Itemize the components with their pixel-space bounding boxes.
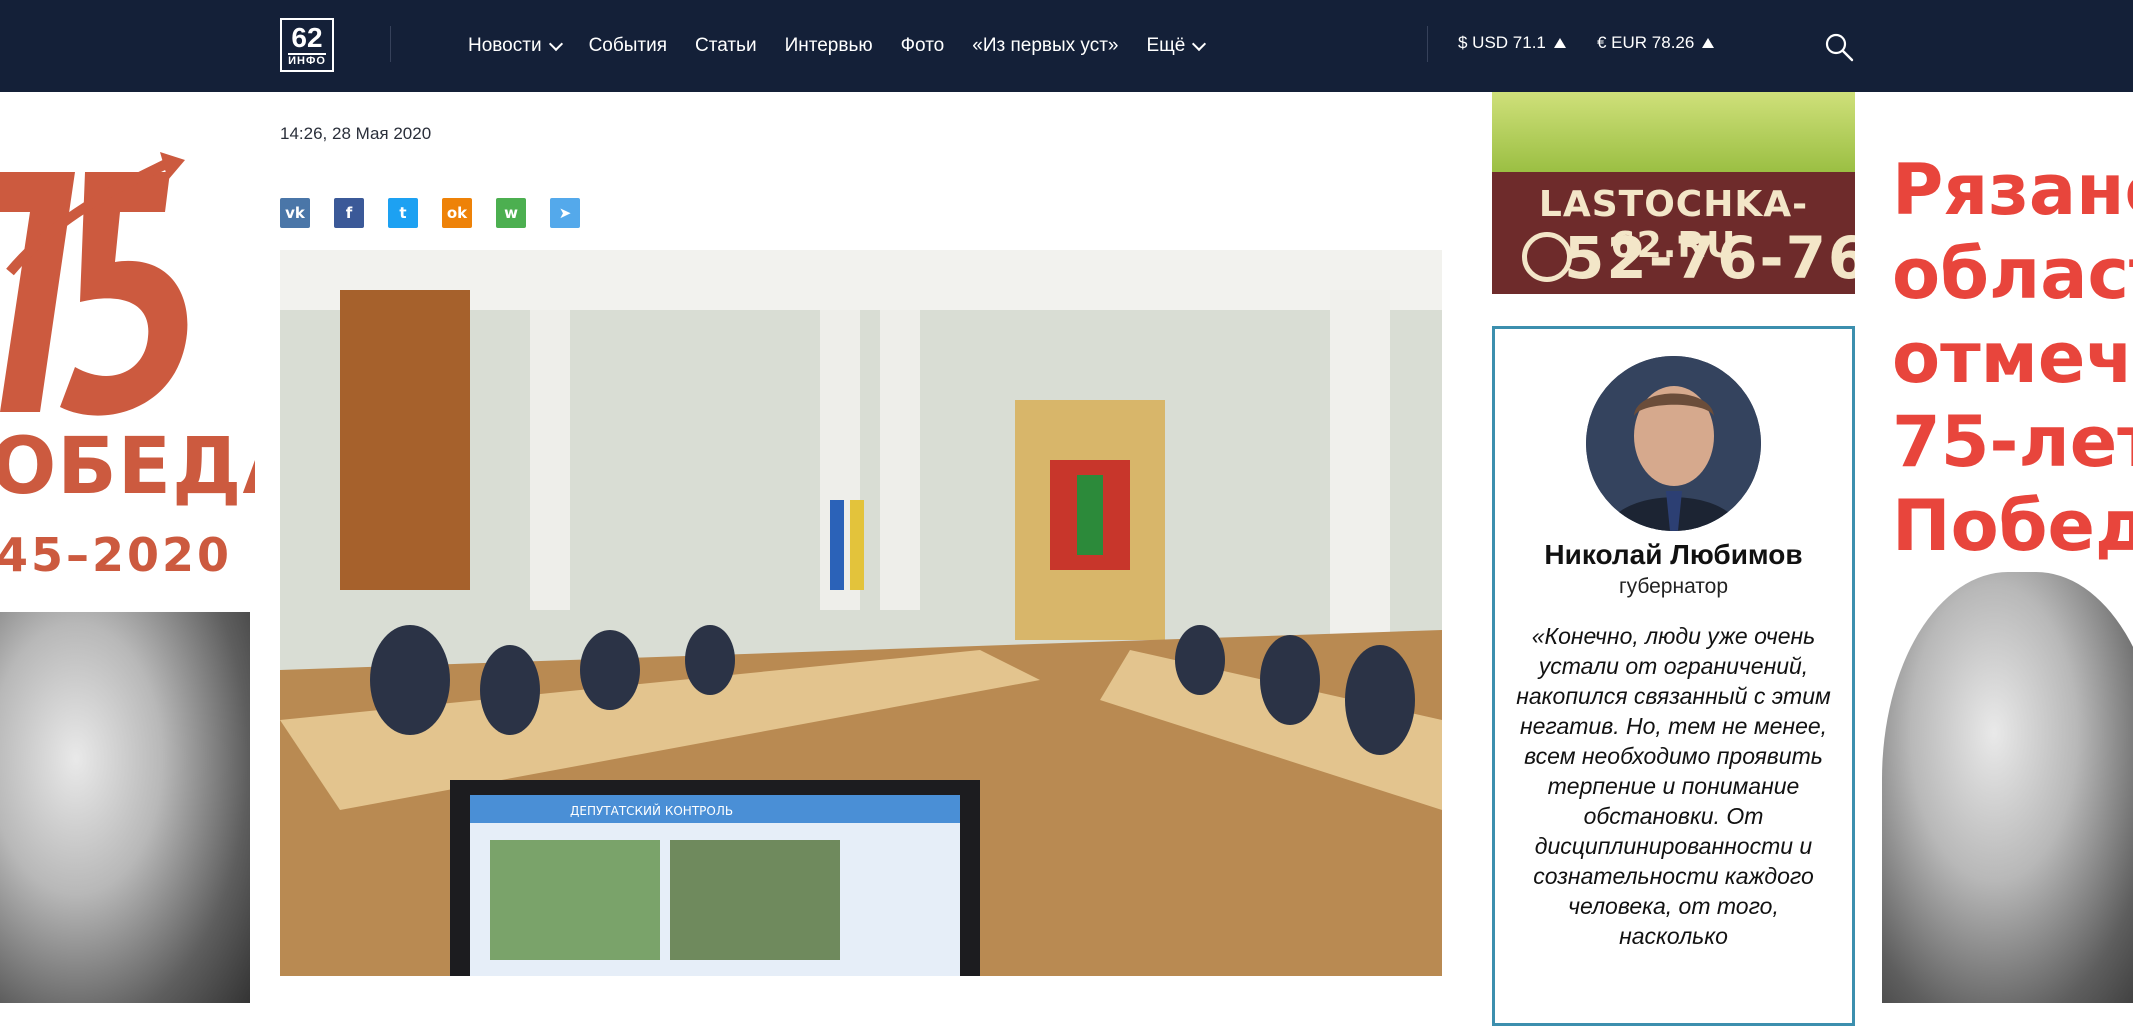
left-banner-years: 45–2020 xyxy=(0,528,233,582)
left-side-banner[interactable]: ОБЕДА! 45–2020 xyxy=(0,92,255,1003)
odnoklassniki-glyph: ok xyxy=(446,204,468,222)
nav-item-events[interactable]: События xyxy=(589,35,667,57)
odnoklassniki-icon[interactable]: ok xyxy=(442,198,472,228)
right-banner-text: Рязанс област отмеча 75-лети Победы xyxy=(1892,148,2133,568)
nav-item-articles[interactable]: Статьи xyxy=(695,35,757,57)
quote-author-name: Николай Любимов xyxy=(1544,539,1803,570)
nav-item-label: Новости xyxy=(468,35,542,56)
nav-divider xyxy=(1427,26,1428,62)
article-main-photo: ДЕПУТАТСКИЙ КОНТРОЛЬ xyxy=(280,250,1442,976)
right-side-banner[interactable]: Рязанс област отмеча 75-лети Победы xyxy=(1876,92,2133,1003)
nav-item-news[interactable]: Новости xyxy=(468,35,563,57)
whatsapp-glyph: w xyxy=(504,204,518,222)
nav-item-label: Статьи xyxy=(695,35,757,56)
monitor-caption: ДЕПУТАТСКИЙ КОНТРОЛЬ xyxy=(570,803,733,818)
facebook-icon[interactable]: f xyxy=(334,198,364,228)
sidebar-ad-banner[interactable]: LASTOCHKA-62.RU 52-76-76 xyxy=(1492,92,1855,294)
facebook-glyph: f xyxy=(345,204,353,222)
site-logo[interactable]: 62 ИНФО xyxy=(280,18,334,72)
twitter-glyph: t xyxy=(399,204,407,222)
ad-landscape xyxy=(1492,92,1855,172)
eur-rate: € EUR 78.26 xyxy=(1597,33,1715,53)
quote-card[interactable]: Николай Любимов губернатор «Конечно, люд… xyxy=(1492,326,1855,1026)
logo-subtitle: ИНФО xyxy=(288,53,326,67)
right-banner-line: отмеча xyxy=(1892,317,2133,399)
nav-item-photo[interactable]: Фото xyxy=(901,35,945,57)
eur-rate-value: € EUR 78.26 xyxy=(1597,33,1695,52)
right-banner-line: област xyxy=(1892,233,2133,315)
right-banner-photo xyxy=(1882,572,2133,1003)
ad-phone: 52-76-76 xyxy=(1564,224,1855,292)
left-banner-photo xyxy=(0,612,250,1003)
nav-item-label: События xyxy=(588,35,667,56)
right-banner-line: Рязанс xyxy=(1892,149,2133,231)
main-nav: Новости События Статьи Интервью Фото «Из… xyxy=(468,0,1232,92)
victory-75-logo xyxy=(0,152,188,416)
right-banner-line: 75-лети xyxy=(1892,401,2133,483)
nav-item-interview[interactable]: Интервью xyxy=(785,35,873,57)
twitter-icon[interactable]: t xyxy=(388,198,418,228)
vk-icon[interactable]: vk xyxy=(280,198,310,228)
quote-text: «Конечно, люди уже очень устали от огран… xyxy=(1516,623,1831,949)
share-buttons: vk f t ok w ➤ xyxy=(280,198,604,228)
nav-item-label: «Из первых уст» xyxy=(972,35,1119,56)
nav-item-label: Фото xyxy=(900,35,945,56)
chevron-down-icon xyxy=(1192,36,1207,51)
whatsapp-icon[interactable]: w xyxy=(496,198,526,228)
nav-item-label: Интервью xyxy=(784,35,873,56)
quote-author-role: губернатор xyxy=(1618,575,1729,598)
logo-number: 62 xyxy=(291,22,323,53)
vk-glyph: vk xyxy=(285,204,305,222)
nav-item-more[interactable]: Ещё xyxy=(1146,35,1207,57)
telegram-glyph: ➤ xyxy=(558,204,572,222)
article-title-cut xyxy=(560,80,590,92)
arrow-up-icon xyxy=(1702,38,1715,48)
article-date: 14:26, 28 Мая 2020 xyxy=(280,124,432,143)
search-icon[interactable] xyxy=(1823,31,1855,63)
nav-divider xyxy=(390,26,391,62)
top-navigation-bar: 62 ИНФО Новости События Статьи Интервью … xyxy=(0,0,2133,92)
nav-item-label: Ещё xyxy=(1146,35,1186,56)
usd-rate: $ USD 71.1 xyxy=(1458,33,1566,53)
telegram-icon[interactable]: ➤ xyxy=(550,198,580,228)
nav-item-first-hand[interactable]: «Из первых уст» xyxy=(972,35,1118,57)
arrow-up-icon xyxy=(1553,38,1566,48)
usd-rate-value: $ USD 71.1 xyxy=(1458,33,1546,52)
left-banner-headline: ОБЕДА! xyxy=(0,422,255,512)
chevron-down-icon xyxy=(548,36,563,51)
right-banner-line: Победы xyxy=(1892,485,2133,567)
avatar xyxy=(1586,356,1761,531)
